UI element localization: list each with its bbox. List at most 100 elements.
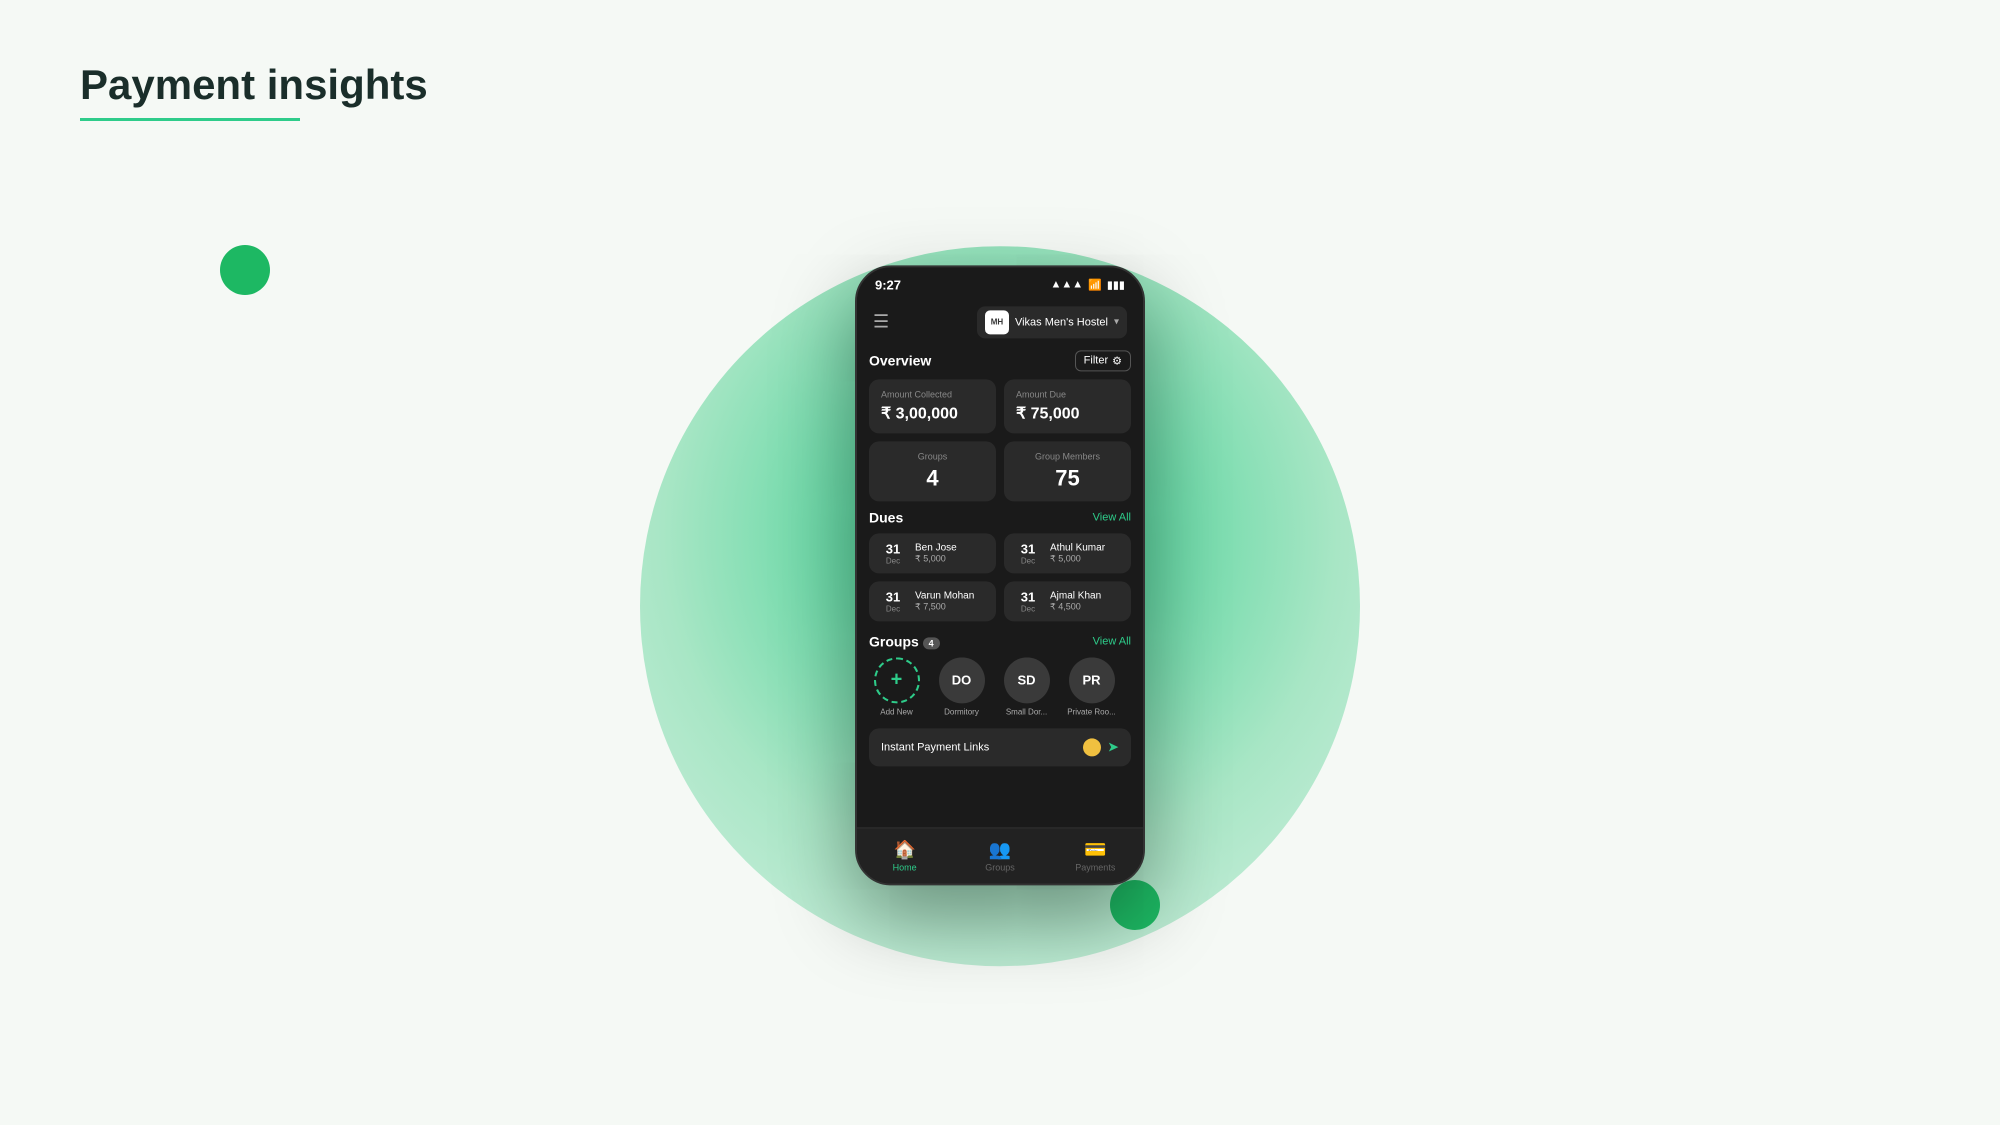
phone-wrapper: 9:27 ▲▲▲ 📶 ▮▮▮ ☰ MH Vikas Men's Hostel ▾…	[855, 265, 1145, 885]
phone-content[interactable]: Overview Filter ⚙ Amount Collected ₹ 3,0…	[857, 346, 1143, 872]
groups-stats-row: Groups 4 Group Members 75	[869, 441, 1131, 501]
dues-section-header: Dues View All	[869, 509, 1131, 525]
group-avatar: DO	[939, 657, 985, 703]
nav-item-home[interactable]: 🏠 Home	[857, 839, 952, 872]
group-label: Dormitory	[944, 707, 979, 716]
group-avatar: SD	[1004, 657, 1050, 703]
due-card[interactable]: 31 Dec Varun Mohan ₹ 7,500	[869, 581, 996, 621]
groups-count-card: Groups 4	[869, 441, 996, 501]
group-members-value: 75	[1016, 465, 1119, 491]
nav-label-home: Home	[893, 862, 917, 872]
due-date: 31 Dec	[879, 589, 907, 613]
nav-bar: ☰ MH Vikas Men's Hostel ▾	[857, 298, 1143, 346]
due-card[interactable]: 31 Dec Ajmal Khan ₹ 4,500	[1004, 581, 1131, 621]
payment-icons: ➤	[1083, 738, 1119, 756]
due-amount: ₹ 4,500	[1050, 601, 1101, 612]
due-date: 31 Dec	[1014, 589, 1042, 613]
group-label: Add New	[880, 707, 912, 716]
group-label: Small Dor...	[1006, 707, 1047, 716]
due-amount: ₹ 5,000	[1050, 553, 1105, 564]
group-avatar: PR	[1069, 657, 1115, 703]
due-date-month: Dec	[879, 556, 907, 565]
due-info: Varun Mohan ₹ 7,500	[915, 590, 974, 612]
nav-icon-payments: 💳	[1084, 839, 1106, 860]
due-date-month: Dec	[1014, 556, 1042, 565]
nav-icon-groups: 👥	[989, 839, 1011, 860]
due-date-num: 31	[1014, 541, 1042, 556]
group-avatar: +	[874, 657, 920, 703]
instant-payment-title: Instant Payment Links	[881, 741, 989, 753]
bottom-nav: 🏠 Home 👥 Groups 💳 Payments	[857, 827, 1143, 883]
group-item[interactable]: DO Dormitory	[934, 657, 989, 716]
signal-icon: ▲▲▲	[1050, 278, 1083, 290]
page-title-underline	[80, 118, 300, 121]
battery-icon: ▮▮▮	[1107, 278, 1125, 291]
deco-circle-right	[1110, 880, 1160, 930]
group-members-label: Group Members	[1016, 451, 1119, 461]
hostel-selector[interactable]: MH Vikas Men's Hostel ▾	[977, 306, 1127, 338]
due-card[interactable]: 31 Dec Ben Jose ₹ 5,000	[869, 533, 996, 573]
amount-collected-label: Amount Collected	[881, 389, 984, 399]
nav-icon-home: 🏠	[893, 839, 915, 860]
deco-circle-left	[220, 245, 270, 295]
due-amount: ₹ 5,000	[915, 553, 957, 564]
groups-section-header: Groups 4 View All	[869, 633, 1131, 649]
filter-button[interactable]: Filter ⚙	[1075, 350, 1131, 371]
amount-due-card: Amount Due ₹ 75,000	[1004, 379, 1131, 433]
groups-label: Groups	[881, 451, 984, 461]
nav-label-payments: Payments	[1075, 862, 1115, 872]
filter-label: Filter	[1084, 354, 1108, 366]
due-date-num: 31	[879, 541, 907, 556]
coin-icon	[1083, 738, 1101, 756]
due-name: Varun Mohan	[915, 590, 974, 601]
nav-item-groups[interactable]: 👥 Groups	[952, 839, 1047, 872]
amount-collected-value: ₹ 3,00,000	[881, 403, 984, 423]
page-title: Payment insights	[80, 60, 428, 110]
due-name: Ben Jose	[915, 542, 957, 553]
dues-title: Dues	[869, 509, 903, 525]
amount-due-label: Amount Due	[1016, 389, 1119, 399]
due-date-num: 31	[879, 589, 907, 604]
wifi-icon: 📶	[1088, 278, 1102, 291]
due-date: 31 Dec	[1014, 541, 1042, 565]
due-name: Ajmal Khan	[1050, 590, 1101, 601]
hamburger-icon[interactable]: ☰	[873, 311, 889, 332]
due-date-month: Dec	[879, 604, 907, 613]
groups-row: + Add New DO Dormitory SD Small Dor... P…	[869, 657, 1131, 716]
due-info: Athul Kumar ₹ 5,000	[1050, 542, 1105, 564]
overview-title: Overview	[869, 352, 931, 368]
due-name: Athul Kumar	[1050, 542, 1105, 553]
group-members-card: Group Members 75	[1004, 441, 1131, 501]
nav-label-groups: Groups	[985, 862, 1015, 872]
dues-view-all[interactable]: View All	[1093, 511, 1131, 523]
send-icon[interactable]: ➤	[1107, 738, 1119, 755]
group-item[interactable]: PR Private Roo...	[1064, 657, 1119, 716]
phone: 9:27 ▲▲▲ 📶 ▮▮▮ ☰ MH Vikas Men's Hostel ▾…	[855, 265, 1145, 885]
dues-grid: 31 Dec Ben Jose ₹ 5,000 31 Dec Athul Kum…	[869, 533, 1131, 621]
due-date: 31 Dec	[879, 541, 907, 565]
due-info: Ajmal Khan ₹ 4,500	[1050, 590, 1101, 612]
group-label: Private Roo...	[1067, 707, 1115, 716]
status-bar: 9:27 ▲▲▲ 📶 ▮▮▮	[857, 267, 1143, 298]
due-date-num: 31	[1014, 589, 1042, 604]
overview-section-header: Overview Filter ⚙	[869, 350, 1131, 371]
group-item[interactable]: + Add New	[869, 657, 924, 716]
due-date-month: Dec	[1014, 604, 1042, 613]
due-amount: ₹ 7,500	[915, 601, 974, 612]
due-info: Ben Jose ₹ 5,000	[915, 542, 957, 564]
amount-collected-card: Amount Collected ₹ 3,00,000	[869, 379, 996, 433]
group-item[interactable]: SD Small Dor...	[999, 657, 1054, 716]
filter-icon: ⚙	[1112, 354, 1122, 367]
instant-payment-card: Instant Payment Links ➤	[869, 728, 1131, 766]
nav-item-payments[interactable]: 💳 Payments	[1048, 839, 1143, 872]
status-time: 9:27	[875, 277, 901, 292]
page-title-area: Payment insights	[80, 60, 428, 121]
hostel-name: Vikas Men's Hostel	[1015, 316, 1108, 328]
due-card[interactable]: 31 Dec Athul Kumar ₹ 5,000	[1004, 533, 1131, 573]
amount-cards-row: Amount Collected ₹ 3,00,000 Amount Due ₹…	[869, 379, 1131, 433]
amount-due-value: ₹ 75,000	[1016, 403, 1119, 423]
groups-view-all[interactable]: View All	[1093, 635, 1131, 647]
status-icons: ▲▲▲ 📶 ▮▮▮	[1050, 278, 1125, 291]
chevron-down-icon: ▾	[1114, 316, 1119, 327]
hostel-avatar: MH	[985, 310, 1009, 334]
